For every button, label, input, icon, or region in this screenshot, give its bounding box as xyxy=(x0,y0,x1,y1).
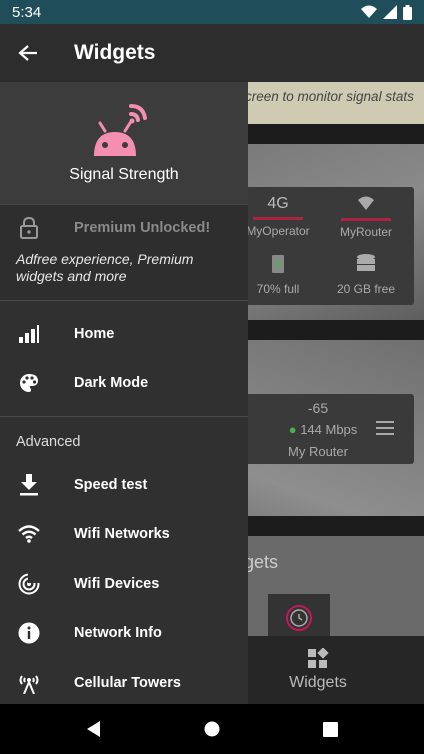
nav-item-label: Network Info xyxy=(74,625,162,642)
wifi-icon xyxy=(0,525,58,544)
battery-icon xyxy=(403,4,412,20)
wifi-icon xyxy=(358,196,374,210)
battery-charging-icon xyxy=(272,255,284,273)
premium-title: Premium Unlocked! xyxy=(74,220,211,236)
premium-description: Adfree experience, Premium widgets and m… xyxy=(16,251,194,284)
premium-section[interactable]: Premium Unlocked! Adfree experience, Pre… xyxy=(0,204,248,300)
nav-item-wifi-networks[interactable]: Wifi Networks xyxy=(0,510,248,560)
status-bar: 5:34 xyxy=(0,0,424,24)
lock-icon xyxy=(0,217,58,239)
widget-cell-value: 4G xyxy=(267,195,289,212)
widget-cell-bar xyxy=(341,218,391,221)
info-icon xyxy=(0,622,58,644)
app-name: Signal Strength xyxy=(69,166,179,183)
cell-tower-icon xyxy=(0,672,58,694)
widget-cell-label: MyOperator xyxy=(246,224,310,238)
app-bar: Widgets xyxy=(0,24,424,82)
back-button[interactable] xyxy=(35,721,153,737)
home-circle-icon xyxy=(204,721,220,737)
nav-item-network-info[interactable]: Network Info xyxy=(0,609,248,659)
status-time: 5:34 xyxy=(12,3,42,21)
nav-item-dark-mode[interactable]: Dark Mode xyxy=(0,359,248,409)
widget-cell: 4G MyOperator xyxy=(238,195,318,238)
nav-item-cellular-towers[interactable]: Cellular Towers xyxy=(0,658,248,704)
router-name: My Router xyxy=(288,444,348,459)
nav-item-label: Wifi Devices xyxy=(74,575,160,592)
widget-cell-label: 20 GB free xyxy=(336,282,396,296)
navigation-drawer: Signal Strength Premium Unlocked! Adfree… xyxy=(0,82,248,704)
bottom-nav-label: Widgets xyxy=(289,674,347,691)
nav-item-wifi-devices[interactable]: Wifi Devices xyxy=(0,559,248,609)
signal-widget-preview: 4G MyOperator MyRouter 70% full 20 GB fr… xyxy=(238,187,414,305)
home-button[interactable] xyxy=(153,721,271,737)
cell-signal-icon xyxy=(383,5,397,19)
widget-cell-label: MyRouter xyxy=(339,225,392,239)
router-signal: -65 xyxy=(307,400,329,416)
clock-widget-preview xyxy=(268,594,330,636)
back-arrow-icon[interactable] xyxy=(0,24,56,82)
menu-icon xyxy=(376,421,394,440)
bottom-nav-widgets[interactable]: Widgets xyxy=(248,636,388,704)
widget-cell-label: 70% full xyxy=(256,282,300,296)
page-title: Widgets xyxy=(74,41,156,64)
nav-item-speed-test[interactable]: Speed test xyxy=(0,460,248,510)
widget-cell: 20 GB free xyxy=(326,253,406,296)
router-widget-preview: -65 ● 144 Mbps My Router xyxy=(238,394,414,464)
section-title-advanced: Advanced xyxy=(16,434,81,450)
system-navigation-bar xyxy=(0,704,424,754)
signal-bars-icon xyxy=(0,324,58,343)
widgets-icon xyxy=(308,648,329,668)
nav-item-home[interactable]: Home xyxy=(0,309,248,359)
recents-button[interactable] xyxy=(271,721,389,737)
widget-cell: MyRouter xyxy=(326,195,406,239)
back-triangle-icon xyxy=(87,721,100,737)
nav-item-label: Wifi Networks xyxy=(74,526,170,543)
palette-icon xyxy=(0,373,58,393)
app-logo-icon xyxy=(94,104,147,156)
recents-square-icon xyxy=(322,721,338,737)
status-icons xyxy=(361,4,412,20)
widget-cell-bar xyxy=(253,217,303,220)
clock-icon xyxy=(286,605,312,631)
router-speed-value: 144 Mbps xyxy=(300,422,358,437)
wifi-devices-icon xyxy=(0,572,58,595)
nav-item-label: Speed test xyxy=(74,476,148,493)
drawer-header: Signal Strength xyxy=(0,82,248,204)
storage-icon xyxy=(357,254,375,271)
nav-item-label: Home xyxy=(74,325,115,342)
nav-item-label: Cellular Towers xyxy=(74,674,181,691)
widget-cell: 70% full xyxy=(238,253,318,296)
nav-item-label: Dark Mode xyxy=(74,375,149,392)
wifi-status-icon xyxy=(361,5,377,18)
download-icon xyxy=(0,473,58,496)
router-speed: ● 144 Mbps xyxy=(288,422,358,437)
